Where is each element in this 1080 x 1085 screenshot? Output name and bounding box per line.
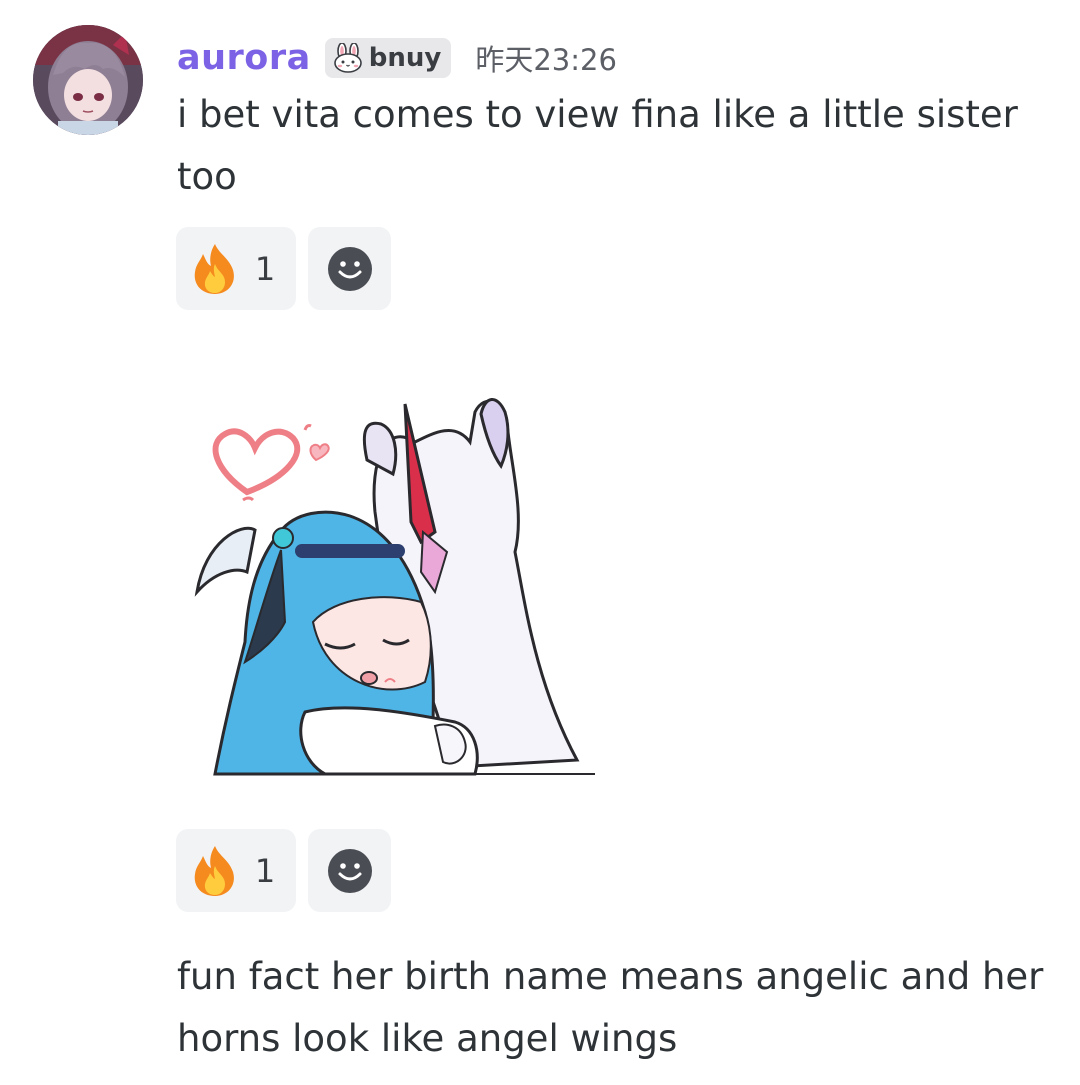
reaction-fire[interactable]: 1	[176, 227, 296, 310]
reaction-count: 1	[254, 249, 276, 288]
reaction-bar: 1	[176, 829, 391, 912]
message-text: i bet vita comes to view fina like a lit…	[177, 93, 1018, 198]
bunny-icon	[333, 43, 362, 73]
fire-icon	[194, 845, 234, 896]
timestamp: 昨天23:26	[475, 43, 617, 77]
message-text: fun fact her birth name means angelic an…	[177, 955, 1044, 1060]
reaction-count: 1	[254, 851, 276, 890]
smiley-icon	[327, 246, 372, 291]
message-header: aurora bnuy 昨天23:26	[177, 32, 617, 84]
chat-view: aurora bnuy 昨天23:26 i bet vita comes to …	[0, 0, 1080, 1085]
role-tag-label: bnuy	[368, 43, 442, 73]
avatar[interactable]	[33, 25, 143, 135]
fire-icon	[194, 243, 234, 294]
reaction-fire[interactable]: 1	[176, 829, 296, 912]
role-tag[interactable]: bnuy	[324, 38, 452, 78]
avatar-image	[33, 25, 143, 135]
add-reaction-button[interactable]	[308, 829, 391, 912]
sticker-image[interactable]	[185, 382, 605, 794]
add-reaction-button[interactable]	[308, 227, 391, 310]
username[interactable]: aurora	[177, 38, 311, 78]
sticker-illustration	[194, 398, 595, 776]
reaction-bar: 1	[176, 227, 391, 310]
smiley-icon	[327, 848, 372, 893]
